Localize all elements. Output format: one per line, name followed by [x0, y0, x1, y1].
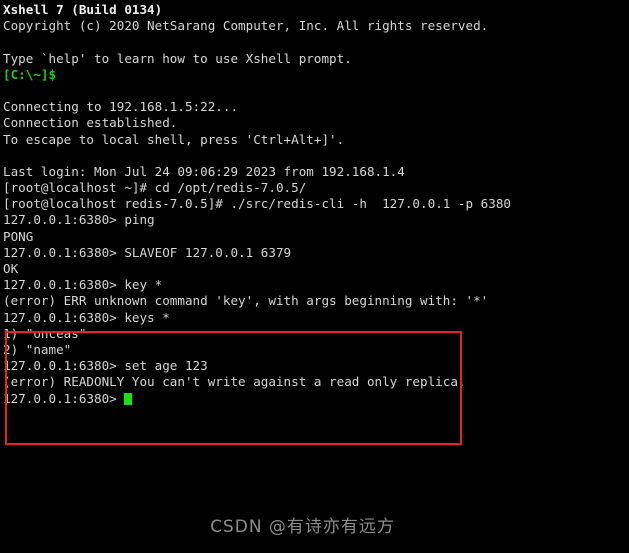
terminal-line-out-err-unknown: (error) ERR unknown command 'key', with …: [3, 293, 489, 309]
active-prompt-text: 127.0.0.1:6380>: [3, 390, 125, 406]
terminal-line-out-ok: OK: [3, 261, 19, 276]
terminal-line-last-login: Last login: Mon Jul 24 09:06:29 2023 fro…: [3, 163, 405, 179]
terminal-line-banner-help: Type `help' to learn how to use Xshell p…: [3, 50, 352, 66]
terminal-screen[interactable]: Xshell 7 (Build 0134) Copyright (c) 2020…: [0, 0, 629, 553]
watermark-label: CSDN @有诗亦有远方: [210, 517, 395, 537]
terminal-line-escape-hint: To escape to local shell, press 'Ctrl+Al…: [3, 131, 345, 147]
terminal-line-cmd-ping: 127.0.0.1:6380> ping: [3, 212, 155, 228]
terminal-line-banner-copyright: Copyright (c) 2020 NetSarang Computer, I…: [3, 18, 489, 34]
terminal-line-cmd-redis-cli: [root@localhost redis-7.0.5]# ./src/redi…: [3, 196, 511, 212]
terminal-line-cmd-slaveof: 127.0.0.1:6380> SLAVEOF 127.0.0.1 6379: [3, 244, 292, 260]
terminal-line-blank-1: [3, 34, 629, 50]
terminal-line-blank-3: [3, 148, 629, 164]
terminal-line-out-key-2: 2) "name": [3, 341, 72, 357]
text-cursor: [124, 392, 132, 405]
terminal-line-out-pong: PONG: [3, 228, 34, 244]
terminal-line-cmd-cd: [root@localhost ~]# cd /opt/redis-7.0.5/: [3, 180, 307, 196]
terminal-line-banner-title: Xshell 7 (Build 0134): [3, 2, 163, 17]
terminal-line-cmd-keys-star: 127.0.0.1:6380> keys *: [3, 309, 170, 325]
terminal-line-connecting: Connecting to 192.168.1.5:22...: [3, 99, 239, 115]
terminal-line-cmd-set-age: 127.0.0.1:6380> set age 123: [3, 358, 208, 374]
terminal-line-connection-established: Connection established.: [3, 115, 178, 131]
terminal-line-blank-2: [3, 83, 629, 99]
terminal-line-active-prompt[interactable]: 127.0.0.1:6380>: [3, 391, 629, 407]
terminal-line-cmd-key-star: 127.0.0.1:6380> key *: [3, 277, 163, 293]
terminal-line-local-prompt: [C:\~]$: [3, 66, 57, 82]
terminal-line-out-err-readonly: (error) READONLY You can't write against…: [3, 374, 466, 390]
terminal-line-out-key-1: 1) "onceas": [3, 325, 87, 341]
